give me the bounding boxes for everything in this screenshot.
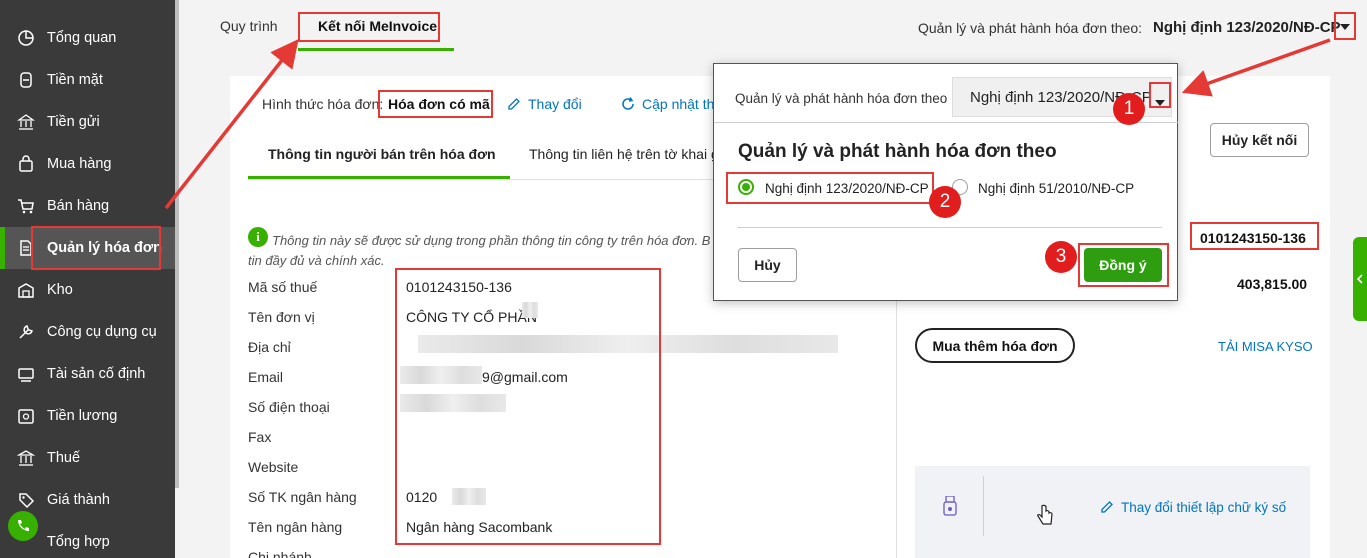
cost-icon: [17, 491, 35, 509]
highlight-fields: [395, 268, 661, 545]
popup-cancel-button[interactable]: Hủy: [738, 248, 797, 282]
sidebar-item-label: Tài sản cố định: [47, 366, 146, 382]
step-badge-3: 3: [1045, 241, 1077, 273]
info-note: Thông tin này sẽ được sử dụng trong phần…: [248, 231, 712, 271]
field-label-address: Địa chỉ: [248, 339, 291, 355]
change-signature-link[interactable]: Thay đổi thiết lập chữ ký số: [1099, 499, 1286, 515]
highlight-top-caret: [1334, 12, 1356, 40]
sidebar: Tổng quan Tiền mặt Tiền gửi Mua hàng Bán…: [0, 0, 175, 558]
change-invoice-form-link[interactable]: Thay đổi: [506, 96, 582, 112]
sidebar-item-tong-quan[interactable]: Tổng quan: [0, 17, 175, 59]
sidebar-item-label: Tiền mặt: [47, 72, 103, 88]
highlight-right-tax-code: [1190, 222, 1319, 250]
highlight-invoice-form: [378, 90, 493, 118]
buy-more-invoice-button[interactable]: Mua thêm hóa đơn: [915, 328, 1075, 363]
sidebar-item-label: Tiền lương: [47, 408, 118, 424]
sidebar-scrollbar[interactable]: [175, 0, 179, 488]
pencil-icon: [1101, 501, 1113, 513]
update-info-link[interactable]: Cập nhật th: [620, 96, 714, 112]
sidebar-item-tien-mat[interactable]: Tiền mặt: [0, 59, 175, 101]
field-label-tax-code: Mã số thuế: [248, 279, 318, 295]
usb-token-icon: [943, 496, 957, 516]
active-subtab-indicator: [248, 176, 510, 179]
popup-head-label: Quản lý và phát hành hóa đơn theo: [735, 91, 948, 106]
field-label-bank-account: Số TK ngân hàng: [248, 489, 357, 505]
popup-title: Quản lý và phát hành hóa đơn theo: [738, 141, 1057, 162]
info-note-line: Thông tin này sẽ được sử dụng trong phần…: [272, 233, 711, 248]
highlight-tab-connect: [298, 12, 440, 42]
field-label-bank-name: Tên ngân hàng: [248, 519, 343, 535]
highlight-radio-option: [726, 172, 934, 204]
disconnect-button[interactable]: Hủy kết nối: [1210, 123, 1309, 157]
highlight-ok-button: [1078, 243, 1169, 287]
radio-label-nd-51[interactable]: Nghị định 51/2010/NĐ-CP: [978, 181, 1134, 196]
active-tab-indicator: [298, 48, 454, 51]
cart-icon: [17, 197, 35, 215]
tab-contact-info[interactable]: Thông tin liên hệ trên tờ khai g: [529, 146, 719, 162]
dashboard-icon: [17, 29, 35, 47]
field-label-company-name: Tên đơn vị: [248, 309, 315, 325]
sidebar-item-label: Tổng hợp: [47, 534, 110, 550]
phone-support-button[interactable]: [8, 511, 38, 541]
popup-divider: [714, 122, 1178, 123]
sidebar-item-tien-gui[interactable]: Tiền gửi: [0, 101, 175, 143]
info-icon: i: [248, 227, 268, 247]
sidebar-item-mua-hang[interactable]: Mua hàng: [0, 143, 175, 185]
decree-label: Quản lý và phát hành hóa đơn theo:: [918, 20, 1143, 36]
asset-icon: [17, 365, 35, 383]
pencil-icon: [508, 98, 520, 110]
change-signature-label: Thay đổi thiết lập chữ ký số: [1121, 499, 1287, 515]
update-link-label: Cập nhật th: [642, 96, 715, 112]
decree-select-value[interactable]: Nghị định 123/2020/NĐ-CP: [1153, 19, 1341, 36]
highlight-sidebar-invoice: [31, 226, 161, 270]
tab-quy-trinh[interactable]: Quy trình: [220, 18, 278, 34]
sidebar-item-label: Tổng quan: [47, 30, 117, 46]
sign-divider: [983, 476, 984, 536]
sidebar-item-label: Công cụ dụng cụ: [47, 324, 157, 340]
sidebar-item-tien-luong[interactable]: Tiền lương: [0, 395, 175, 437]
field-label-email: Email: [248, 369, 284, 385]
refresh-icon: [622, 97, 634, 110]
tools-icon: [17, 323, 35, 341]
sidebar-item-label: Bán hàng: [47, 198, 110, 214]
field-label-branch: Chi nhánh: [248, 549, 312, 558]
sidebar-item-label: Giá thành: [47, 492, 110, 508]
field-label-website: Website: [248, 459, 299, 475]
tax-icon: [17, 449, 35, 467]
popup-footer-divider: [737, 227, 1162, 228]
highlight-popup-caret: [1149, 82, 1171, 108]
chevron-left-icon: [1356, 274, 1363, 284]
collapse-panel-tab[interactable]: [1353, 237, 1367, 321]
invoice-balance: 403,815.00: [1237, 276, 1308, 292]
field-label-phone: Số điện thoại: [248, 399, 330, 415]
digital-signature-box: Thay đổi thiết lập chữ ký số: [915, 466, 1310, 558]
invoice-form-label: Hình thức hóa đơn:: [262, 96, 384, 112]
tab-seller-info[interactable]: Thông tin người bán trên hóa đơn: [268, 146, 496, 162]
step-badge-1: 1: [1113, 93, 1145, 125]
hand-cursor-icon: [1037, 504, 1053, 525]
sidebar-item-thue[interactable]: Thuế: [0, 437, 175, 479]
salary-icon: [17, 407, 35, 425]
sidebar-item-label: Kho: [47, 282, 73, 298]
sidebar-item-ban-hang[interactable]: Bán hàng: [0, 185, 175, 227]
sidebar-item-tai-san-co-dinh[interactable]: Tài sản cố định: [0, 353, 175, 395]
sidebar-item-label: Mua hàng: [47, 156, 112, 172]
change-link-label: Thay đổi: [528, 96, 582, 112]
phone-icon: [18, 520, 29, 531]
warehouse-icon: [17, 281, 35, 299]
download-misa-kyso-link[interactable]: TẢI MISA KYSO: [1218, 339, 1313, 354]
bank-icon: [17, 113, 35, 131]
sidebar-item-label: Tiền gửi: [47, 114, 100, 130]
step-badge-2: 2: [929, 186, 961, 218]
purchase-bag-icon: [17, 155, 35, 173]
field-label-fax: Fax: [248, 429, 272, 445]
cash-icon: [17, 71, 35, 89]
sidebar-item-label: Thuế: [47, 450, 81, 466]
sidebar-item-cong-cu-dung-cu[interactable]: Công cụ dụng cụ: [0, 311, 175, 353]
sidebar-item-kho[interactable]: Kho: [0, 269, 175, 311]
